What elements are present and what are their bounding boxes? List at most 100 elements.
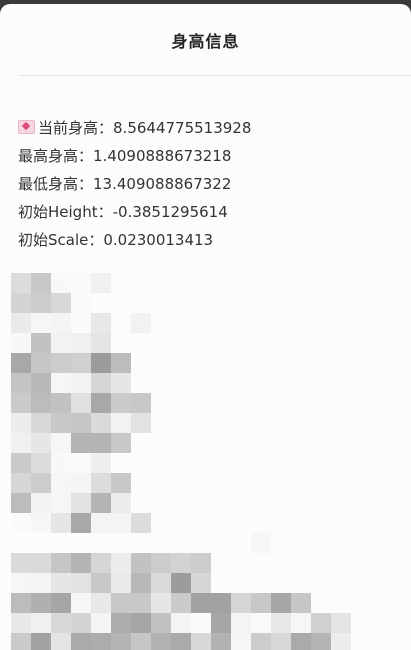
mosaic-cell <box>191 593 211 613</box>
mosaic-cell <box>271 413 291 433</box>
mosaic-cell <box>271 513 291 533</box>
mosaic-cell <box>31 633 51 650</box>
mosaic-cell <box>291 293 311 313</box>
mosaic-cell <box>71 613 91 633</box>
mosaic-cell <box>211 533 231 553</box>
mosaic-cell <box>311 293 331 313</box>
mosaic-cell <box>151 593 171 613</box>
mosaic-cell <box>111 393 131 413</box>
mosaic-cell <box>191 453 211 473</box>
mosaic-cell <box>191 373 211 393</box>
initial-height-label: 初始Height： <box>18 203 113 221</box>
mosaic-cell <box>331 633 351 650</box>
mosaic-cell <box>271 293 291 313</box>
mosaic-cell <box>131 573 151 593</box>
mosaic-cell <box>251 373 271 393</box>
mosaic-cell <box>331 393 351 413</box>
mosaic-cell <box>271 473 291 493</box>
mosaic-cell <box>191 273 211 293</box>
mosaic-cell <box>311 613 331 633</box>
min-height-line: 最低身高：13.409088867322 <box>18 170 411 198</box>
mosaic-cell <box>131 293 151 313</box>
mosaic-cell <box>91 533 111 553</box>
mosaic-cell <box>231 633 251 650</box>
mosaic-cell <box>51 333 71 353</box>
mosaic-cell <box>71 333 91 353</box>
mosaic-cell <box>211 293 231 313</box>
mosaic-cell <box>331 493 351 513</box>
mosaic-cell <box>51 353 71 373</box>
mosaic-cell <box>91 333 111 353</box>
mosaic-cell <box>51 293 71 313</box>
mosaic-cell <box>151 513 171 533</box>
mosaic-cell <box>251 353 271 373</box>
mosaic-cell <box>231 573 251 593</box>
mosaic-cell <box>11 353 31 373</box>
mosaic-cell <box>151 473 171 493</box>
mosaic-cell <box>131 413 151 433</box>
mosaic-cell <box>71 413 91 433</box>
mosaic-cell <box>251 433 271 453</box>
mosaic-cell <box>51 413 71 433</box>
mosaic-cell <box>251 513 271 533</box>
mosaic-cell <box>71 493 91 513</box>
mosaic-cell <box>251 393 271 413</box>
mosaic-cell <box>91 633 111 650</box>
mosaic-cell <box>231 313 251 333</box>
mosaic-cell <box>11 313 31 333</box>
mosaic-cell <box>71 513 91 533</box>
mosaic-cell <box>11 373 31 393</box>
mosaic-cell <box>151 273 171 293</box>
mosaic-cell <box>131 353 151 373</box>
mosaic-cell <box>151 393 171 413</box>
initial-height-line: 初始Height：-0.3851295614 <box>18 198 411 226</box>
mosaic-cell <box>331 373 351 393</box>
mosaic-cell <box>151 373 171 393</box>
mosaic-cell <box>291 333 311 353</box>
mosaic-cell <box>271 613 291 633</box>
mosaic-cell <box>231 293 251 313</box>
mosaic-cell <box>311 533 331 553</box>
mosaic-cell <box>91 453 111 473</box>
mosaic-cell <box>191 633 211 650</box>
mosaic-cell <box>151 353 171 373</box>
mosaic-cell <box>131 373 151 393</box>
mosaic-cell <box>191 313 211 333</box>
mosaic-cell <box>251 293 271 313</box>
max-height-line: 最高身高：1.4090888673218 <box>18 142 411 170</box>
max-height-label: 最高身高： <box>18 147 94 165</box>
mosaic-cell <box>231 533 251 553</box>
mosaic-cell <box>91 573 111 593</box>
mosaic-cell <box>111 353 131 373</box>
mosaic-cell <box>271 393 291 413</box>
mosaic-cell <box>71 633 91 650</box>
mosaic-cell <box>271 493 291 513</box>
mosaic-cell <box>31 353 51 373</box>
mosaic-cell <box>51 373 71 393</box>
mosaic-cell <box>111 553 131 573</box>
mosaic-cell <box>91 513 111 533</box>
mosaic-cell <box>31 433 51 453</box>
mosaic-cell <box>311 453 331 473</box>
mosaic-cell <box>251 553 271 573</box>
header-divider <box>18 75 411 76</box>
mosaic-cell <box>131 473 151 493</box>
mosaic-cell <box>211 513 231 533</box>
mosaic-cell <box>71 573 91 593</box>
mosaic-cell <box>131 513 151 533</box>
mosaic-cell <box>151 333 171 353</box>
mosaic-cell <box>31 553 51 573</box>
mosaic-cell <box>31 573 51 593</box>
mosaic-cell <box>31 393 51 413</box>
mosaic-cell <box>311 633 331 650</box>
mosaic-cell <box>271 633 291 650</box>
mosaic-cell <box>211 453 231 473</box>
mosaic-cell <box>31 293 51 313</box>
mosaic-cell <box>291 633 311 650</box>
mosaic-cell <box>171 433 191 453</box>
mosaic-cell <box>31 373 51 393</box>
mosaic-cell <box>131 393 151 413</box>
mosaic-cell <box>111 493 131 513</box>
mosaic-cell <box>71 453 91 473</box>
mosaic-cell <box>231 433 251 453</box>
